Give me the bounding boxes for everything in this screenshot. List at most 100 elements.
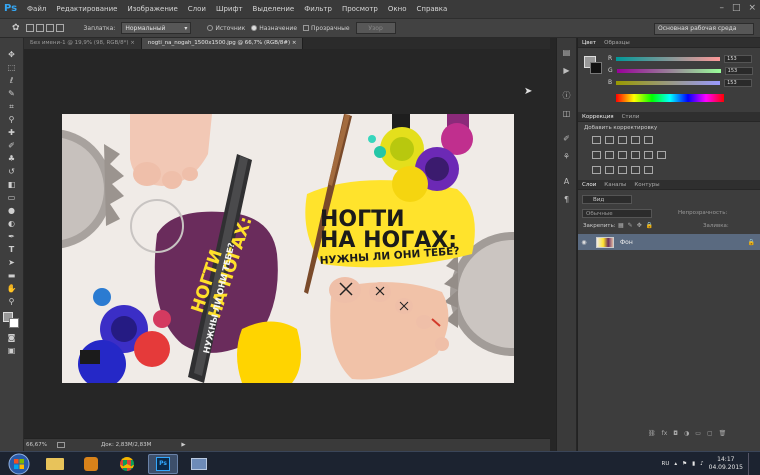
tab-swatches[interactable]: Образцы [604, 40, 630, 46]
menu-view[interactable]: Просмотр [337, 5, 383, 13]
exposure-icon[interactable] [631, 136, 640, 144]
minimize-icon[interactable]: – [719, 3, 724, 13]
red-slider[interactable] [616, 56, 721, 61]
new-layer-icon[interactable]: ▢ [707, 430, 713, 440]
move-tool-icon[interactable]: ✥ [5, 49, 19, 60]
new-group-icon[interactable]: ▭ [695, 430, 701, 440]
info-panel-icon[interactable]: ⓘ [561, 90, 573, 102]
destination-radio[interactable]: Назначение [251, 25, 297, 32]
taskbar-media-player[interactable] [76, 454, 106, 474]
status-arrow-icon[interactable]: ▶ [181, 442, 185, 448]
taskbar-photoshop[interactable]: Ps [148, 453, 178, 474]
levels-icon[interactable] [605, 136, 614, 144]
maximize-icon[interactable]: □ [732, 3, 741, 13]
tab-color[interactable]: Цвет [582, 40, 596, 46]
zoom-level[interactable]: 66,67% [26, 442, 47, 448]
visibility-eye-icon[interactable]: ◉ [578, 239, 590, 246]
paragraph-panel-icon[interactable]: A [561, 176, 573, 188]
posterize-icon[interactable] [605, 166, 614, 174]
layer-kind-filter[interactable]: Вид [582, 195, 632, 204]
color-spectrum[interactable] [616, 94, 724, 102]
menu-edit[interactable]: Редактирование [51, 5, 122, 13]
add-mask-icon[interactable]: ◘ [673, 430, 678, 440]
export-icon[interactable] [56, 442, 65, 448]
pattern-button[interactable]: Узор [355, 22, 396, 34]
menu-select[interactable]: Выделение [248, 5, 300, 13]
shape-tool-icon[interactable]: ▬ [5, 270, 19, 281]
crop-tool-icon[interactable]: ⌗ [5, 101, 19, 112]
brightness-icon[interactable] [592, 136, 601, 144]
actions-panel-icon[interactable]: ▶ [561, 65, 573, 77]
menu-file[interactable]: Файл [22, 5, 51, 13]
tab-channels[interactable]: Каналы [604, 182, 626, 188]
mode-select[interactable]: Нормальный ▾ [121, 22, 192, 34]
character-panel-icon[interactable]: ¶ [561, 194, 573, 206]
gradient-map-icon[interactable] [631, 166, 640, 174]
canvas-area[interactable]: НОГТИ НА НОГАХ: НУЖНЫ ЛИ ОНИ ТЕБЕ? НОГТИ… [24, 49, 550, 438]
network-icon[interactable]: ▮ [692, 461, 695, 467]
menu-filter[interactable]: Фильтр [299, 5, 337, 13]
black-white-icon[interactable] [618, 151, 627, 159]
tab-layers[interactable]: Слои [582, 182, 596, 188]
start-button[interactable] [8, 453, 34, 475]
brush-panel-icon[interactable]: ✐ [561, 133, 573, 145]
trash-icon[interactable]: 🗑 [719, 430, 727, 440]
tab-adjustments[interactable]: Коррекция [582, 114, 614, 120]
tab-untitled[interactable]: Без имени-1 @ 19,9% (98, RGB/8*) × [24, 38, 142, 49]
healing-tool-icon[interactable]: ✚ [5, 127, 19, 138]
marquee-tool-icon[interactable]: ⬚ [5, 62, 19, 73]
lock-icons[interactable]: ▦✎✥🔒 [618, 222, 657, 229]
invert-icon[interactable] [592, 166, 601, 174]
green-value-field[interactable]: 153 [724, 66, 753, 75]
hue-saturation-icon[interactable] [592, 151, 601, 159]
taskbar-explorer[interactable] [40, 454, 70, 474]
taskbar-window[interactable] [184, 454, 214, 474]
pen-tool-icon[interactable]: ✒ [5, 231, 19, 242]
lasso-tool-icon[interactable]: ℓ [5, 75, 19, 86]
hand-tool-icon[interactable]: ✋ [5, 283, 19, 294]
gradient-tool-icon[interactable]: ▭ [5, 192, 19, 203]
color-swatches[interactable] [2, 312, 21, 328]
selective-color-icon[interactable] [644, 166, 653, 174]
volume-icon[interactable]: ♪ [700, 461, 704, 467]
zoom-tool-icon[interactable]: ⚲ [5, 296, 19, 307]
transparent-checkbox[interactable]: Прозрачные [303, 25, 350, 32]
blend-mode-select[interactable]: Обычные [582, 209, 652, 218]
eraser-tool-icon[interactable]: ◧ [5, 179, 19, 190]
brush-tool-icon[interactable]: ✐ [5, 140, 19, 151]
new-adjustment-icon[interactable]: ◑ [684, 430, 689, 440]
history-panel-icon[interactable]: ▤ [561, 47, 573, 59]
quick-mask-icon[interactable]: ◙ [5, 332, 19, 343]
close-icon[interactable]: × [748, 3, 756, 13]
stamp-tool-icon[interactable]: ♣ [5, 153, 19, 164]
path-select-tool-icon[interactable]: ➤ [5, 257, 19, 268]
patch-tool-icon[interactable]: ✿ [12, 23, 20, 33]
background-color-swatch[interactable] [8, 318, 19, 328]
tray-arrow-icon[interactable]: ▴ [674, 461, 677, 467]
menu-help[interactable]: Справка [411, 5, 452, 13]
screen-mode-icon[interactable]: ▣ [5, 345, 19, 356]
vibrance-icon[interactable] [644, 136, 653, 144]
brush-presets-icon[interactable]: ⚘ [561, 151, 573, 163]
tab-paths[interactable]: Контуры [634, 182, 659, 188]
workspace-select[interactable]: Основная рабочая среда [654, 23, 754, 35]
blur-tool-icon[interactable]: ● [5, 205, 19, 216]
taskbar-chrome[interactable] [112, 454, 142, 474]
show-desktop-button[interactable] [748, 453, 754, 475]
threshold-icon[interactable] [618, 166, 627, 174]
type-tool-icon[interactable]: T [5, 244, 19, 255]
eyedropper-tool-icon[interactable]: ⚲ [5, 114, 19, 125]
color-lookup-icon[interactable] [657, 151, 666, 159]
red-value-field[interactable]: 153 [724, 54, 753, 63]
selection-mode-icons[interactable] [25, 24, 64, 32]
source-radio[interactable]: Источник [207, 25, 245, 32]
layer-row[interactable]: ◉ Фон 🔒 [578, 234, 760, 250]
menu-image[interactable]: Изображение [122, 5, 182, 13]
tab-styles[interactable]: Стили [622, 114, 640, 120]
document-canvas[interactable]: НОГТИ НА НОГАХ: НУЖНЫ ЛИ ОНИ ТЕБЕ? НОГТИ… [62, 114, 514, 383]
menu-layers[interactable]: Слои [183, 5, 211, 13]
blue-value-field[interactable]: 153 [724, 78, 753, 87]
menu-type[interactable]: Шрифт [211, 5, 248, 13]
properties-panel-icon[interactable]: ◫ [561, 108, 573, 120]
color-balance-icon[interactable] [605, 151, 614, 159]
